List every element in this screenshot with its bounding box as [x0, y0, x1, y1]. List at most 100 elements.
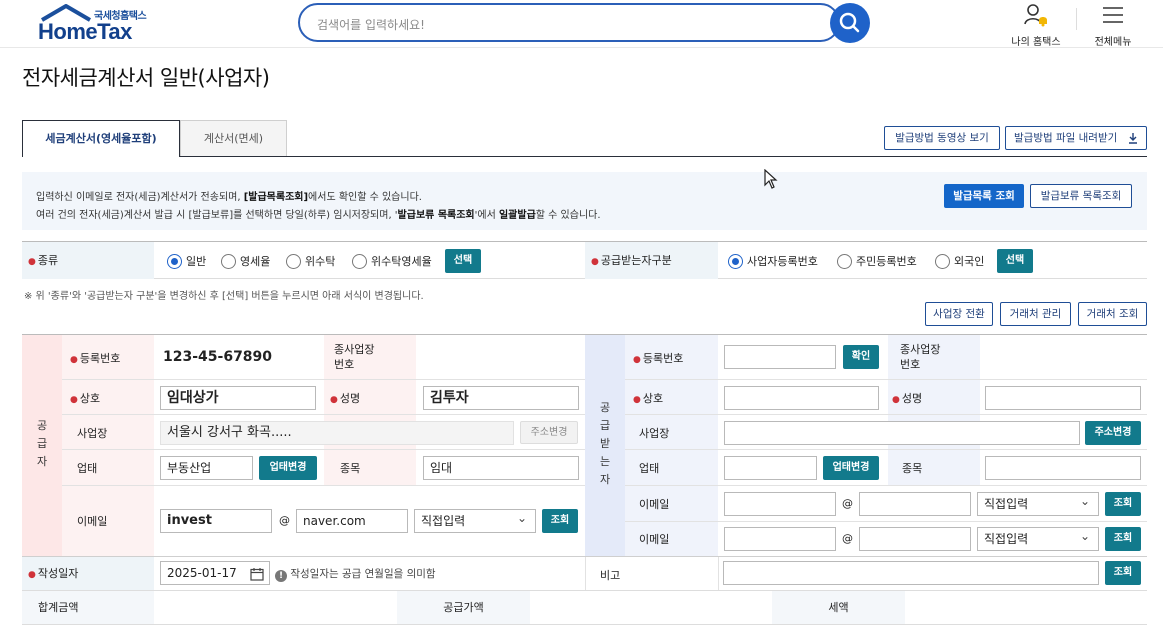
my-hometax-label: 나의 홈택스: [1011, 37, 1061, 48]
grid-line: [625, 449, 1147, 450]
file-download-button[interactable]: 발급방법 파일 내려받기: [1005, 126, 1147, 150]
info-line1-text: 입력하신 이메일로 전자(세금)계산서가 전송되며,: [36, 192, 244, 203]
all-menu-button[interactable]: 전체메뉴: [1088, 2, 1138, 48]
info-line-1: 입력하신 이메일로 전자(세금)계산서가 전송되며, [발급목록조회]에서도 확…: [36, 188, 422, 203]
receiver-biz-change-button[interactable]: 업태변경: [823, 456, 879, 480]
supplier-email-id-input[interactable]: invest: [160, 509, 272, 533]
receiver-select-button[interactable]: 선택: [997, 249, 1033, 273]
remark-lookup-button[interactable]: 조회: [1105, 561, 1141, 585]
receiver-email-lookup-button[interactable]: 조회: [1105, 492, 1141, 516]
radio-receiver-biz-label: 사업자등록번호: [747, 255, 818, 268]
receiver-email-label: 이메일: [639, 498, 670, 511]
supplier-item-input[interactable]: 임대: [423, 456, 579, 480]
supplier-addr-input[interactable]: 서울시 강서구 화곡.....: [160, 421, 514, 445]
receiver-name-label-cell: ● 상호: [633, 392, 664, 405]
supplier-email-label: 이메일: [77, 515, 108, 528]
lookup-partner-button[interactable]: 거래처 조회: [1078, 302, 1147, 326]
calendar-icon[interactable]: [250, 567, 264, 581]
receiver-email2-lookup-button[interactable]: 조회: [1105, 527, 1141, 551]
receiver-ceo-input[interactable]: [985, 386, 1141, 410]
my-hometax-button[interactable]: 나의 홈택스: [1008, 2, 1064, 48]
search-button[interactable]: [830, 3, 870, 43]
type-select-button[interactable]: 선택: [445, 249, 481, 273]
receiver-name-input[interactable]: [724, 386, 879, 410]
date-row: ● 작성일자 2025-01-17 ! 작성일자는 공급 연월일을 의미함 비고 …: [22, 557, 1147, 591]
receiver-email-domain-input[interactable]: [859, 492, 971, 516]
receiver-email2-at: @: [842, 532, 853, 545]
tab-underline: [180, 156, 1147, 157]
receiver-sub-label: 종사업장 번호: [900, 343, 941, 371]
receiver-addr-change-button[interactable]: 주소변경: [1085, 421, 1141, 445]
search-input[interactable]: 검색어를 입력하세요!: [298, 3, 840, 42]
supply-amount-label: 공급가액: [397, 591, 530, 624]
supplier-name-input[interactable]: 임대상가: [160, 386, 316, 410]
tax-amount-label: 세액: [772, 591, 905, 624]
receiver-name-label: 상호: [642, 392, 664, 405]
tab-invoice-exempt[interactable]: 계산서(면세): [180, 120, 287, 157]
supplier-name-label: 상호: [79, 392, 101, 405]
date-label-cell: ● 작성일자: [22, 557, 154, 590]
supplier-email-domain-select[interactable]: 직접입력: [414, 507, 536, 533]
invoice-party-grid: 공 급 자 공 급 받 는 자 ● 등록번호 123-45-67890 종사업장 …: [22, 334, 1147, 557]
radio-type-zero-rate[interactable]: 영세율: [221, 253, 270, 269]
receiver-item-input[interactable]: [985, 456, 1141, 480]
receiver-email2-domain-input[interactable]: [859, 527, 971, 551]
receiver-side-header: 공 급 받 는 자: [585, 335, 625, 557]
issue-list-button[interactable]: 발급목록 조회: [944, 184, 1024, 208]
remark-input[interactable]: [723, 561, 1099, 585]
receiver-email-domain-select[interactable]: 직접입력: [977, 490, 1099, 516]
radio-type-consign-zero[interactable]: 위수탁영세율: [352, 253, 432, 269]
supplier-label-column: [62, 335, 154, 557]
change-note: ※ 위 '종류'와 '공급받는자 구분'을 변경하신 후 [선택] 버튼을 누르…: [24, 291, 424, 302]
receiver-item-label: 종목: [902, 462, 923, 475]
receiver-side-char-4: 는: [599, 455, 611, 468]
grid-line: [625, 414, 1147, 415]
date-hint: ! 작성일자는 공급 연월일을 의미함: [275, 566, 436, 582]
radio-receiver-foreign[interactable]: 외국인: [935, 253, 984, 269]
manage-partner-button[interactable]: 거래처 관리: [1000, 302, 1071, 326]
supplier-addr-label: 사업장: [77, 427, 108, 440]
supplier-ceo-input[interactable]: 김투자: [423, 386, 579, 410]
date-label: 작성일자: [37, 567, 79, 580]
header-divider: [1076, 8, 1077, 30]
supplier-email-domain-input[interactable]: naver.com: [296, 509, 408, 533]
sum-row: 합계금액 공급가액 세액: [22, 591, 1147, 625]
info-line-2: 여러 건의 전자(세금)계산서 발급 시 [발급보류]를 선택하면 당일(하루)…: [36, 206, 601, 221]
receiver-email-id-input[interactable]: [724, 492, 836, 516]
receiver-confirm-button[interactable]: 확인: [843, 345, 879, 369]
supplier-biz-input[interactable]: 부동산업: [160, 456, 253, 480]
supplier-side-header: 공 급 자: [22, 335, 62, 557]
video-guide-button[interactable]: 발급방법 동영상 보기: [884, 126, 1000, 150]
receiver-side-char-3: 받: [599, 437, 611, 450]
tab-tax-invoice[interactable]: 세금계산서(영세율포함): [22, 120, 180, 157]
info-line2-bold2: 일괄발급: [498, 210, 536, 221]
receiver-reg-label-cell: ● 등록번호: [633, 352, 684, 365]
supplier-addr-change-button[interactable]: 주소변경: [520, 421, 578, 444]
hometax-logo[interactable]: 국세청홈택스 HomeTax: [36, 4, 166, 44]
radio-receiver-biz[interactable]: 사업자등록번호: [728, 253, 818, 269]
total-amount-label: 합계금액: [22, 591, 154, 624]
supplier-email-lookup-button[interactable]: 조회: [542, 509, 578, 533]
hold-list-button[interactable]: 발급보류 목록조회: [1030, 184, 1132, 208]
receiver-email2-domain-select[interactable]: 직접입력: [977, 525, 1099, 551]
supplier-biz-change-button[interactable]: 업태변경: [259, 456, 317, 480]
date-input[interactable]: 2025-01-17: [160, 561, 270, 585]
download-icon: [1129, 133, 1137, 144]
info-line2-bold1: 발급보류 목록조회: [397, 210, 475, 221]
radio-type-consign[interactable]: 위수탁: [286, 253, 335, 269]
type-row: ● 종류 일반 영세율 위수탁 위수탁영세율 선택 ● 공급받는자구분 사업자등록번…: [22, 241, 1147, 279]
radio-receiver-resident[interactable]: 주민등록번호: [837, 253, 917, 269]
user-bell-icon: [1024, 4, 1047, 27]
receiver-reg-input[interactable]: [724, 345, 836, 369]
radio-type-normal[interactable]: 일반: [167, 253, 206, 269]
receiver-addr-input[interactable]: [724, 421, 1080, 445]
receiver-email2-id-input[interactable]: [724, 527, 836, 551]
receiver-addr-label: 사업장: [639, 427, 670, 440]
supplier-reg-label: 등록번호: [79, 352, 121, 365]
supplier-side-char-1: 공: [36, 419, 48, 432]
radio-receiver-resident-label: 주민등록번호: [856, 255, 917, 268]
receiver-ceo-label-cell: ● 성명: [892, 392, 923, 405]
switch-workplace-button[interactable]: 사업장 전환: [925, 302, 993, 326]
receiver-biz-label: 업태: [639, 462, 660, 475]
receiver-biz-input[interactable]: [724, 456, 817, 480]
